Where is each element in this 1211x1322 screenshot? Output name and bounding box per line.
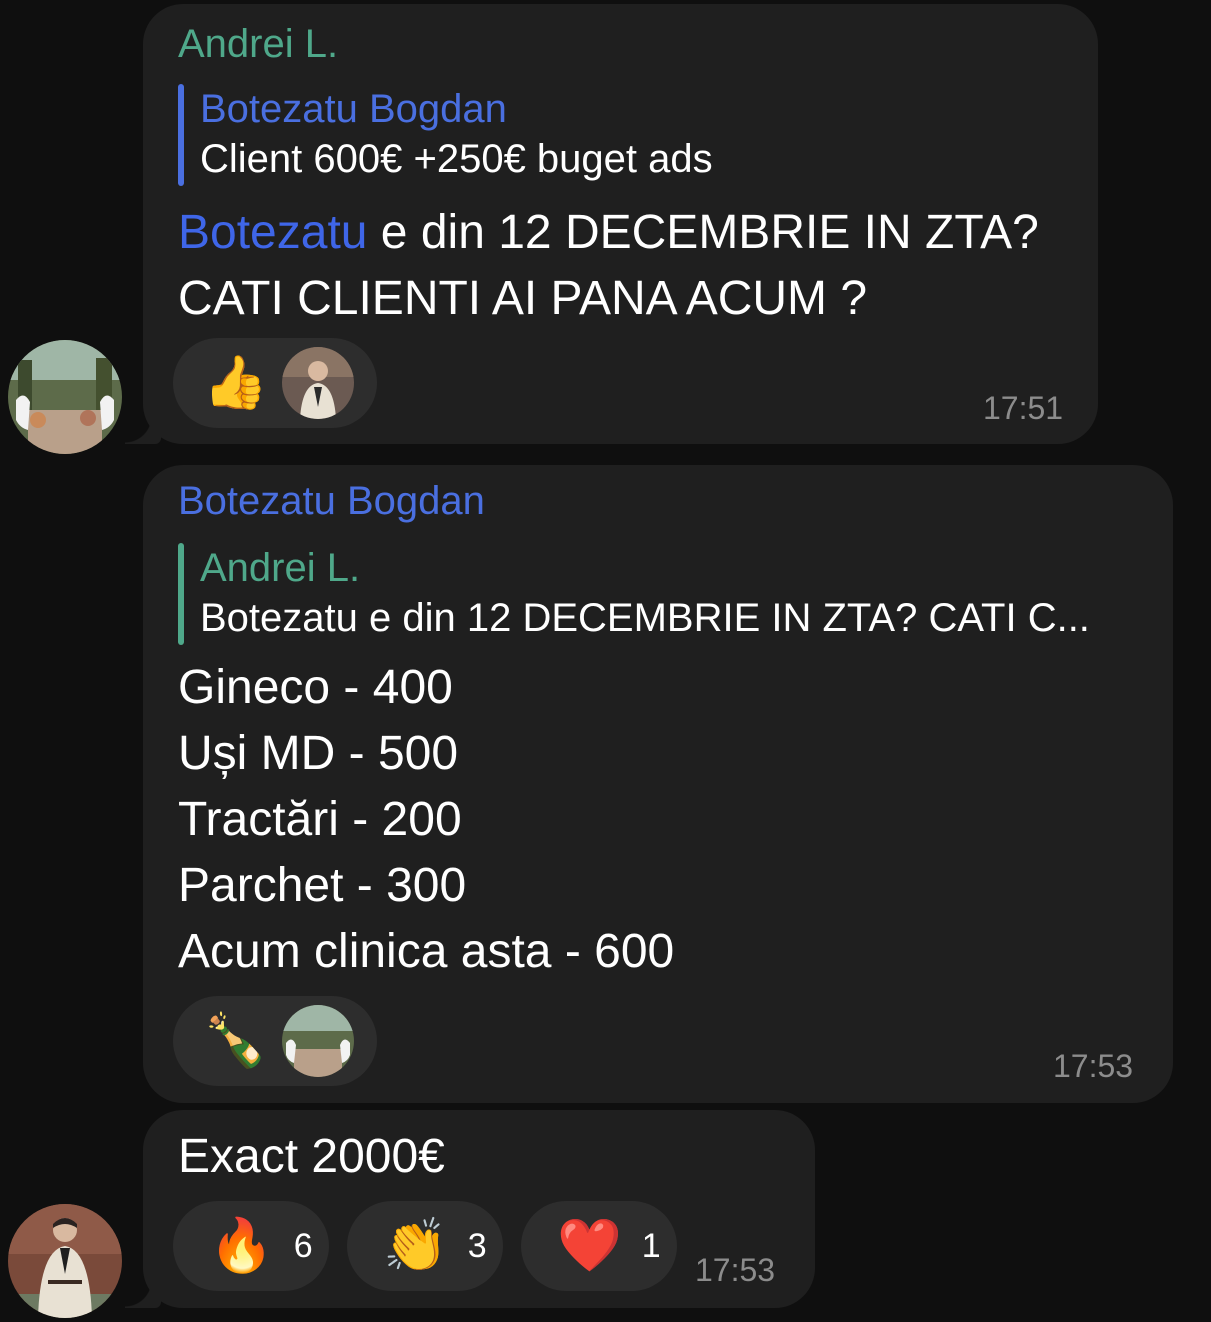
reply-bar	[178, 84, 184, 186]
champagne-icon: 🍾	[203, 1011, 268, 1071]
clapping-hands-icon: 👏	[383, 1216, 448, 1276]
avatar-botezatu[interactable]	[8, 1204, 122, 1318]
message-text: Gineco - 400 Uși MD - 500 Tractări - 200…	[178, 655, 674, 985]
reaction-count: 3	[467, 1226, 487, 1265]
reaction-count: 6	[293, 1226, 313, 1265]
message-timestamp: 17:51	[983, 390, 1064, 426]
message-line: Botezatu e din 12 DECEMBRIE IN ZTA?	[178, 200, 1039, 266]
reaction-pill[interactable]: 🍾	[173, 996, 377, 1086]
message-bubble[interactable]: Botezatu Bogdan Andrei L. Botezatu e din…	[143, 465, 1173, 1103]
reply-text: Client 600€ +250€ buget ads	[200, 137, 713, 181]
message-line: Uși MD - 500	[178, 727, 459, 780]
reply-text: Botezatu e din 12 DECEMBRIE IN ZTA? CATI…	[200, 596, 1090, 640]
message-bubble[interactable]: Exact 2000€ 🔥 6 👏 3 ❤️ 1 17:53	[125, 1110, 815, 1308]
message-timestamp: 17:53	[1053, 1048, 1134, 1084]
thumbs-up-icon: 👍	[203, 353, 268, 413]
reply-quote[interactable]: Andrei L. Botezatu e din 12 DECEMBRIE IN…	[178, 543, 1090, 645]
message-bubble[interactable]: Andrei L. Botezatu Bogdan Client 600€ +2…	[125, 4, 1098, 444]
heart-icon: ❤️	[557, 1216, 622, 1276]
message-text: Exact 2000€	[178, 1130, 445, 1183]
message-timestamp: 17:53	[695, 1252, 776, 1288]
reaction-count: 1	[641, 1226, 661, 1265]
reaction-pill[interactable]: ❤️ 1	[521, 1201, 677, 1291]
message-line: Parchet - 300	[178, 859, 467, 912]
sender-name[interactable]: Andrei L.	[178, 22, 338, 66]
message-text: Botezatu e din 12 DECEMBRIE IN ZTA? CATI…	[178, 200, 1039, 332]
message-line-text: e din 12 DECEMBRIE IN ZTA?	[367, 206, 1039, 259]
message-line: Tractări - 200	[178, 793, 462, 846]
reactor-avatar	[281, 347, 354, 419]
sender-name[interactable]: Botezatu Bogdan	[178, 479, 485, 523]
reaction-pill[interactable]: 👏 3	[347, 1201, 503, 1291]
message-line: Gineco - 400	[178, 661, 453, 714]
message-line: Acum clinica asta - 600	[178, 925, 675, 978]
message-line: CATI CLIENTI AI PANA ACUM ?	[178, 272, 868, 325]
reaction-pill[interactable]: 👍	[173, 338, 377, 428]
reaction-pill[interactable]: 🔥 6	[173, 1201, 329, 1291]
avatar-andrei[interactable]	[8, 340, 122, 454]
reply-bar	[178, 543, 184, 645]
reply-sender-name: Botezatu Bogdan	[200, 87, 507, 131]
mention-link[interactable]: Botezatu	[178, 206, 367, 259]
reactor-avatar	[281, 1005, 354, 1077]
fire-icon: 🔥	[209, 1216, 274, 1276]
chat-view: Andrei L. Botezatu Bogdan Client 600€ +2…	[0, 0, 1211, 1322]
reply-sender-name: Andrei L.	[200, 546, 361, 590]
reply-quote[interactable]: Botezatu Bogdan Client 600€ +250€ buget …	[178, 84, 713, 186]
